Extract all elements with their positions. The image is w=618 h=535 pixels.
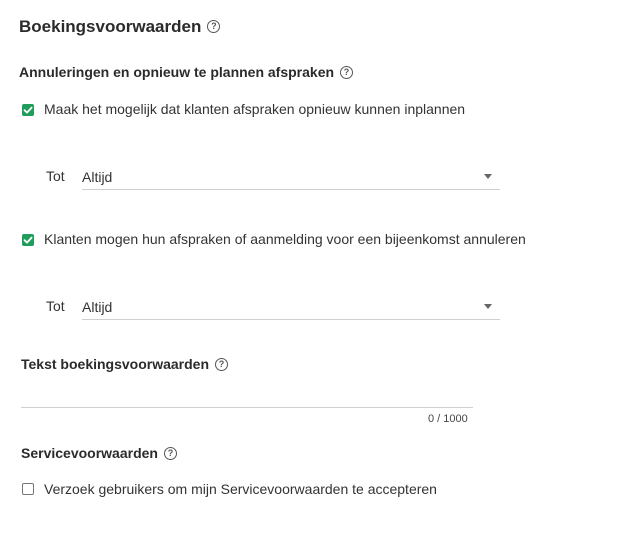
help-icon[interactable]: ?: [340, 65, 354, 79]
reschedule-until-value: Altijd: [82, 169, 113, 185]
help-icon[interactable]: ?: [163, 446, 177, 460]
service-terms-title: Servicevoorwaarden: [21, 445, 158, 461]
checkmark-icon: [23, 236, 33, 244]
checkmark-icon: [23, 106, 33, 114]
reschedule-checkbox[interactable]: [22, 104, 34, 116]
reschedule-until-select[interactable]: Altijd: [82, 164, 500, 190]
cancel-checkbox[interactable]: [22, 234, 34, 246]
help-icon[interactable]: ?: [215, 357, 229, 371]
cancellations-title: Annuleringen en opnieuw te plannen afspr…: [19, 64, 335, 80]
terms-text-input[interactable]: [21, 380, 473, 407]
terms-text-underline: [21, 407, 473, 408]
chevron-down-icon: [484, 174, 492, 179]
cancel-label[interactable]: Klanten mogen hun afspraken of aanmeldin…: [44, 231, 526, 247]
service-terms-checkbox[interactable]: [22, 483, 34, 495]
terms-text-title: Tekst boekingsvoorwaarden: [21, 356, 210, 372]
chevron-down-icon: [484, 304, 492, 309]
cancel-until-select[interactable]: Altijd: [82, 294, 500, 320]
terms-text-heading: Tekst boekingsvoorwaarden?: [21, 356, 229, 372]
terms-text-counter: 0 / 1000: [428, 413, 468, 425]
page-title: Boekingsvoorwaarden?: [19, 17, 221, 37]
service-terms-heading: Servicevoorwaarden?: [21, 445, 177, 461]
cancel-until-label: Tot: [46, 298, 65, 314]
cancel-until-value: Altijd: [82, 299, 113, 315]
cancellations-heading: Annuleringen en opnieuw te plannen afspr…: [19, 64, 354, 80]
booking-title: Boekingsvoorwaarden: [19, 17, 202, 36]
service-terms-label[interactable]: Verzoek gebruikers om mijn Servicevoorwa…: [44, 481, 437, 497]
help-icon[interactable]: ?: [207, 20, 221, 34]
reschedule-label[interactable]: Maak het mogelijk dat klanten afspraken …: [44, 101, 465, 117]
reschedule-until-label: Tot: [46, 168, 65, 184]
